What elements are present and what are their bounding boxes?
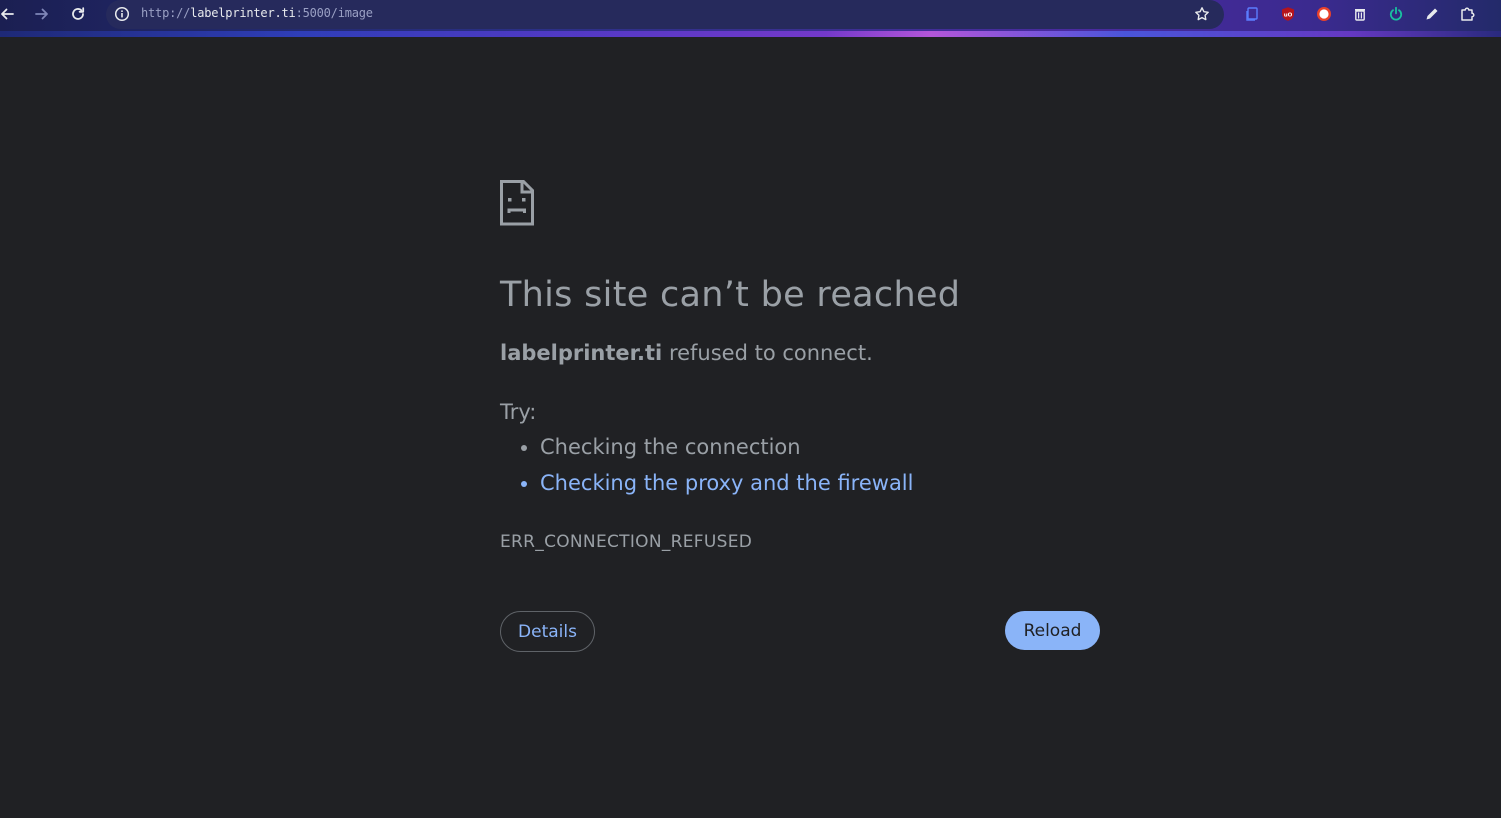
forward-button[interactable] [29,3,55,25]
record-ext-icon[interactable] [1314,4,1334,24]
url-text[interactable]: http://labelprinter.ti:5000/image [141,6,373,20]
url-host: labelprinter.ti [190,6,296,20]
site-info-button[interactable] [112,4,132,24]
suggestion-check-proxy-link[interactable]: Checking the proxy and the firewall [540,469,913,497]
trash-ext-icon[interactable] [1350,4,1370,24]
bookmark-button[interactable] [1192,4,1212,24]
suggestion-check-connection: Checking the connection [540,433,913,461]
pen-ext-icon[interactable] [1422,4,1442,24]
url-scheme: http:// [141,6,191,20]
url-path: :5000/image [295,6,373,20]
copy-ext-icon[interactable] [1242,4,1262,24]
arrow-right-icon [35,8,48,20]
arrow-left-icon [1,8,14,20]
error-code: ERR_CONNECTION_REFUSED [500,532,753,552]
reload-icon [72,7,85,20]
reload-page-button[interactable] [65,3,91,25]
reload-button[interactable]: Reload [1005,611,1100,650]
svg-text:uO: uO [1284,13,1293,19]
error-message: labelprinter.ti refused to connect. [500,341,873,365]
browser-toolbar: http://labelprinter.ti:5000/image uO [0,0,1501,37]
error-host: labelprinter.ti [500,341,663,365]
puzzle-ext-icon[interactable] [1458,4,1478,24]
sad-page-icon [500,180,534,226]
try-label: Try: [500,400,537,424]
details-button[interactable]: Details [500,611,595,652]
power-ext-icon[interactable] [1386,4,1406,24]
page-title: This site can’t be reached [500,275,961,315]
star-icon [1195,7,1209,21]
address-bar[interactable]: http://labelprinter.ti:5000/image [106,0,1224,29]
info-icon [114,6,130,22]
error-message-text: refused to connect. [668,341,873,365]
suggestion-list: Checking the connection Checking the pro… [500,433,913,505]
ublock-ext-icon[interactable]: uO [1278,4,1298,24]
back-button[interactable] [0,3,20,25]
